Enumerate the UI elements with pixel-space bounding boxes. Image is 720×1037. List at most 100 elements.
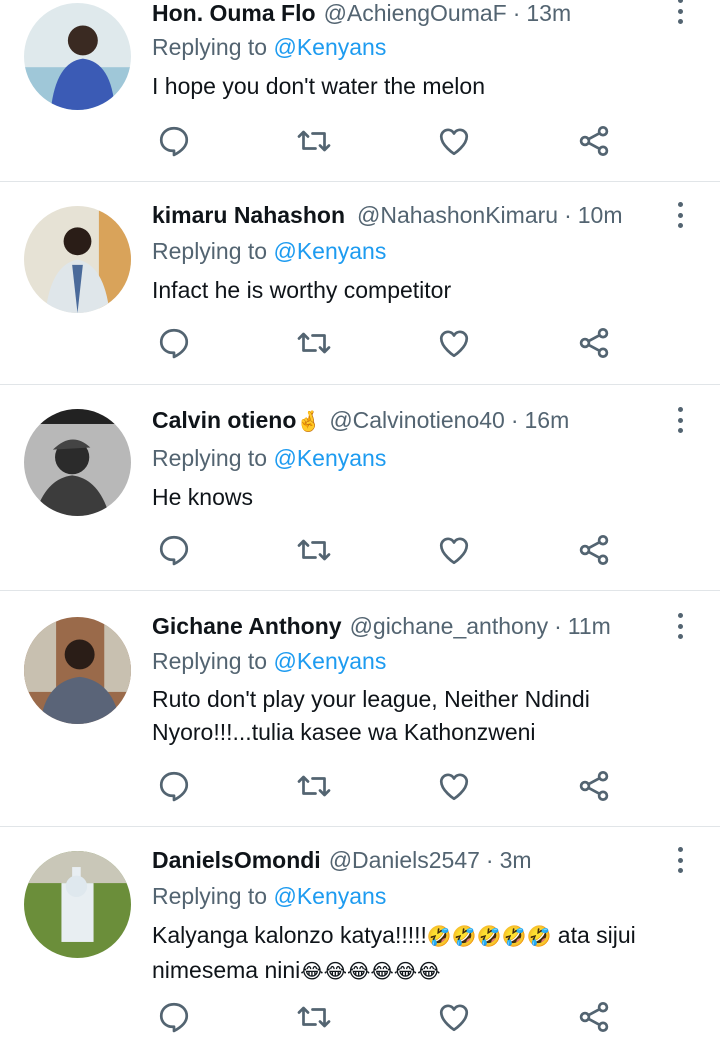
retweet-icon (297, 539, 331, 561)
timestamp[interactable]: 3m (500, 847, 532, 873)
tweet-text: Infact he is worthy competitor (152, 277, 452, 303)
share-icon (579, 126, 609, 156)
display-name[interactable]: Gichane Anthony (152, 613, 342, 639)
tweet-header: Gichane Anthony @gichane_anthony · 11m (152, 611, 650, 641)
tweet-text-line: Kalyanga kalonzo katya!!!!!🤣🤣🤣🤣🤣 ata sij… (152, 919, 690, 954)
share-button[interactable] (574, 323, 614, 363)
heart-icon (439, 537, 469, 565)
replying-label: Replying to (152, 34, 268, 60)
more-vertical-icon[interactable] (674, 0, 686, 24)
share-icon (579, 328, 609, 358)
reply-icon (159, 328, 189, 359)
replying-label: Replying to (152, 445, 268, 471)
action-bar (0, 121, 720, 161)
separator-dot: · (510, 407, 519, 433)
replying-to: Replying to @Kenyans (152, 443, 386, 473)
tweet-text: Ruto don't play your league, Neither Ndi… (152, 683, 690, 749)
share-button[interactable] (574, 121, 614, 161)
separator-dot: · (512, 0, 521, 26)
like-button[interactable] (434, 121, 474, 161)
mention-link[interactable]: @Kenyans (273, 445, 386, 471)
tweet[interactable]: DanielsOmondi @Daniels2547 · 3m Replying to… (0, 827, 720, 1033)
crossed-fingers-emoji: 🤞 (296, 411, 322, 433)
retweet-icon (297, 1006, 331, 1028)
reply-button[interactable] (154, 121, 194, 161)
tweet-text-line: Nyoro!!!...tulia kasee wa Kathonzweni (152, 719, 536, 745)
tweet[interactable]: Gichane Anthony @gichane_anthony · 11m Repl… (0, 591, 720, 827)
retweet-icon (297, 332, 331, 354)
heart-icon (439, 1004, 469, 1032)
reply-button[interactable] (154, 766, 194, 806)
display-name[interactable]: Hon. Ouma Flo (152, 0, 316, 26)
tweet[interactable]: kimaru Nahashon @NahashonKimaru · 10m Reply… (0, 182, 720, 385)
timestamp[interactable]: 10m (578, 202, 623, 228)
retweet-icon (297, 130, 331, 152)
like-button[interactable] (434, 997, 474, 1037)
like-button[interactable] (434, 766, 474, 806)
mention-link[interactable]: @Kenyans (273, 238, 386, 264)
reply-icon (159, 126, 189, 157)
replying-to: Replying to @Kenyans (152, 881, 386, 911)
like-button[interactable] (434, 323, 474, 363)
user-handle[interactable]: @Daniels2547 (329, 847, 480, 873)
tweet-text-line: nimesema nini😂😂😂😂😂😂 (152, 954, 690, 989)
retweet-button[interactable] (294, 766, 334, 806)
display-name[interactable]: kimaru Nahashon (152, 202, 345, 228)
tweet[interactable]: Calvin otieno🤞 @Calvinotieno40 · 16m Replyi… (0, 385, 720, 591)
tweet-header: kimaru Nahashon @NahashonKimaru · 10m (152, 200, 650, 230)
mention-link[interactable]: @Kenyans (273, 648, 386, 674)
mention-link[interactable]: @Kenyans (273, 883, 386, 909)
replying-label: Replying to (152, 648, 268, 674)
rofl-emojis: 🤣🤣🤣🤣🤣 (426, 926, 552, 948)
tweet[interactable]: Hon. Ouma Flo @AchiengOumaF · 13m Replying … (0, 0, 720, 182)
avatar[interactable] (24, 617, 131, 724)
timestamp[interactable]: 11m (568, 613, 611, 639)
tweet-text-line: Ruto don't play your league, Neither Ndi… (152, 686, 590, 712)
retweet-button[interactable] (294, 323, 334, 363)
share-icon (579, 771, 609, 801)
joy-emojis: 😂😂😂😂😂😂 (300, 961, 441, 983)
heart-icon (439, 773, 469, 801)
like-button[interactable] (434, 530, 474, 570)
display-name[interactable]: DanielsOmondi (152, 847, 321, 873)
avatar[interactable] (24, 409, 131, 516)
share-button[interactable] (574, 530, 614, 570)
mention-link[interactable]: @Kenyans (273, 34, 386, 60)
user-handle[interactable]: @NahashonKimaru (357, 202, 558, 228)
share-button[interactable] (574, 997, 614, 1037)
display-name[interactable]: Calvin otieno (152, 407, 296, 433)
timestamp[interactable]: 13m (526, 0, 571, 26)
user-handle[interactable]: @Calvinotieno40 (329, 407, 505, 433)
user-handle[interactable]: @AchiengOumaF (324, 0, 507, 26)
retweet-icon (297, 775, 331, 797)
reply-icon (159, 771, 189, 802)
user-handle[interactable]: @gichane_anthony (350, 613, 549, 639)
timestamp[interactable]: 16m (525, 407, 570, 433)
reply-button[interactable] (154, 530, 194, 570)
replying-to: Replying to @Kenyans (152, 32, 386, 62)
more-vertical-icon[interactable] (674, 847, 686, 873)
share-icon (579, 1002, 609, 1032)
replying-label: Replying to (152, 883, 268, 909)
reply-icon (159, 535, 189, 566)
more-vertical-icon[interactable] (674, 407, 686, 433)
more-vertical-icon[interactable] (674, 202, 686, 228)
retweet-button[interactable] (294, 530, 334, 570)
avatar[interactable] (24, 851, 131, 958)
tweet-text: He knows (152, 484, 253, 510)
retweet-button[interactable] (294, 997, 334, 1037)
replying-to: Replying to @Kenyans (152, 646, 386, 676)
avatar[interactable] (24, 3, 131, 110)
reply-icon (159, 1002, 189, 1033)
tweet-header: DanielsOmondi @Daniels2547 · 3m (152, 845, 650, 875)
replying-to: Replying to @Kenyans (152, 236, 386, 266)
action-bar (0, 323, 720, 363)
reply-button[interactable] (154, 323, 194, 363)
share-button[interactable] (574, 766, 614, 806)
retweet-button[interactable] (294, 121, 334, 161)
avatar[interactable] (24, 206, 131, 313)
separator-dot: · (485, 847, 494, 873)
replying-label: Replying to (152, 238, 268, 264)
reply-button[interactable] (154, 997, 194, 1037)
more-vertical-icon[interactable] (674, 613, 686, 639)
